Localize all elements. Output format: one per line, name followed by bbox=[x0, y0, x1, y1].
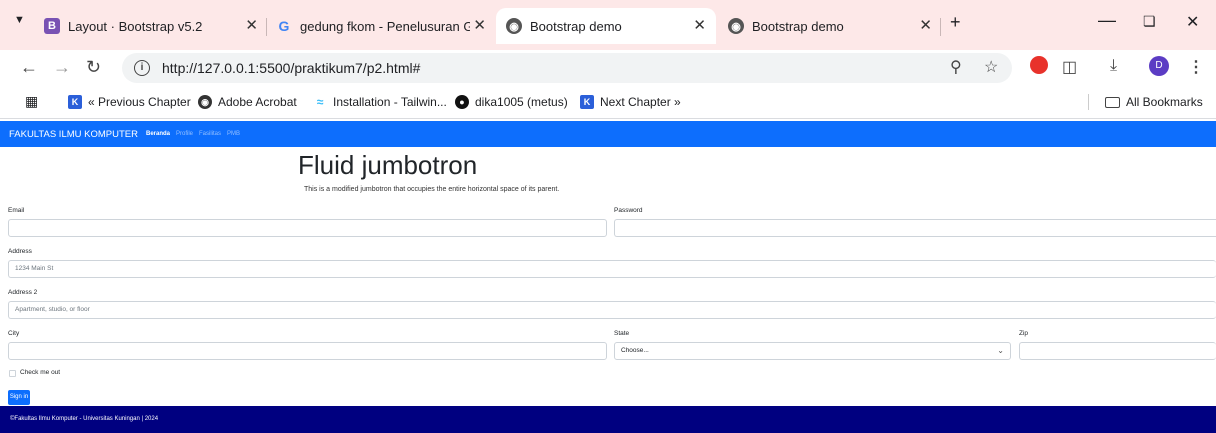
back-icon[interactable]: ← bbox=[20, 57, 38, 78]
close-tab-icon[interactable]: ✕ bbox=[919, 16, 932, 34]
password-label: Password bbox=[614, 207, 643, 214]
url-text: http://127.0.0.1:5500/praktikum7/p2.html… bbox=[162, 60, 421, 76]
bookmarks-bar: ▦ K « Previous Chapter ◉ Adobe Acrobat ≈… bbox=[0, 86, 1216, 119]
close-tab-icon[interactable]: ✕ bbox=[473, 16, 486, 34]
close-window-icon[interactable]: ✕ bbox=[1186, 12, 1199, 32]
bookmark-adobe-acrobat[interactable]: ◉ Adobe Acrobat bbox=[198, 95, 297, 109]
city-label: City bbox=[8, 330, 20, 337]
apps-grid-icon[interactable]: ▦ bbox=[25, 93, 38, 110]
chevron-down-icon: ⌄ bbox=[997, 346, 1004, 355]
bookmark-next-chapter[interactable]: K Next Chapter » bbox=[580, 95, 681, 109]
bookmark-label: Adobe Acrobat bbox=[218, 95, 297, 109]
bookmarks-separator bbox=[1088, 94, 1089, 110]
tab-title: Layout · Bootstrap v5.2 bbox=[68, 18, 203, 34]
forward-icon[interactable]: → bbox=[53, 57, 71, 78]
navbar-brand[interactable]: FAKULTAS ILMU KOMPUTER bbox=[9, 129, 138, 140]
bookmark-label: Next Chapter » bbox=[600, 95, 681, 109]
city-field[interactable] bbox=[8, 342, 607, 360]
github-icon: ● bbox=[455, 95, 469, 109]
sign-in-button[interactable]: Sign in bbox=[8, 390, 30, 405]
nav-link-beranda[interactable]: Beranda bbox=[146, 131, 170, 137]
address-bar[interactable]: i http://127.0.0.1:5500/praktikum7/p2.ht… bbox=[122, 53, 1012, 83]
nav-link-profile[interactable]: Profile bbox=[176, 131, 193, 137]
close-tab-icon[interactable]: ✕ bbox=[245, 16, 258, 34]
address2-label: Address 2 bbox=[8, 289, 38, 296]
state-select[interactable]: Choose... ⌄ bbox=[614, 342, 1011, 360]
tab-search-icon[interactable]: ▼ bbox=[14, 14, 25, 26]
globe-icon: ◉ bbox=[506, 18, 522, 34]
bootstrap-icon: B bbox=[44, 18, 60, 34]
profile-avatar[interactable]: D bbox=[1149, 56, 1169, 76]
email-label: Email bbox=[8, 207, 25, 214]
password-field[interactable] bbox=[614, 219, 1216, 237]
bookmark-label: Installation - Tailwin... bbox=[333, 95, 447, 109]
state-selected-value: Choose... bbox=[621, 347, 649, 354]
site-navbar: FAKULTAS ILMU KOMPUTER Beranda Profile F… bbox=[0, 121, 1216, 147]
address-field[interactable]: 1234 Main St bbox=[8, 260, 1216, 278]
folder-icon bbox=[1105, 96, 1120, 108]
bookmark-github-dika1005[interactable]: ● dika1005 (metus) bbox=[455, 95, 568, 109]
nav-link-pmb[interactable]: PMB bbox=[227, 131, 240, 137]
tab-title: Bootstrap demo bbox=[752, 18, 844, 34]
tailwind-icon: ≈ bbox=[316, 95, 324, 109]
restore-icon[interactable]: ❏ bbox=[1143, 13, 1156, 30]
email-field[interactable] bbox=[8, 219, 607, 237]
zip-label: Zip bbox=[1019, 330, 1029, 337]
bookmark-star-icon[interactable]: ☆ bbox=[984, 57, 998, 77]
google-icon: G bbox=[278, 18, 290, 34]
new-tab-icon[interactable]: + bbox=[950, 12, 961, 33]
browser-toolbar: ← → ↻ i http://127.0.0.1:5500/praktikum7… bbox=[0, 50, 1216, 86]
site-info-icon[interactable]: i bbox=[134, 60, 150, 76]
all-bookmarks[interactable]: All Bookmarks bbox=[1105, 95, 1203, 109]
bookmark-tailwind-installation[interactable]: ≈ Installation - Tailwin... bbox=[313, 95, 447, 109]
tab-bootstrap-demo[interactable]: ◉ Bootstrap demo ✕ bbox=[724, 8, 942, 44]
tab-google-search[interactable]: G gedung fkom - Penelusuran Go ✕ bbox=[276, 8, 496, 44]
reload-icon[interactable]: ↻ bbox=[86, 57, 101, 78]
jumbotron-lead: This is a modified jumbotron that occupi… bbox=[304, 186, 560, 193]
extensions-puzzle-icon[interactable]: ◫ bbox=[1062, 57, 1077, 77]
all-bookmarks-label: All Bookmarks bbox=[1126, 95, 1203, 109]
zoom-icon[interactable]: ⚲ bbox=[950, 57, 962, 77]
menu-kebab-icon[interactable]: ⋮ bbox=[1188, 57, 1204, 77]
close-tab-icon[interactable]: ✕ bbox=[693, 16, 706, 34]
download-icon[interactable]: ⤓ bbox=[1110, 57, 1117, 75]
tab-separator bbox=[266, 18, 267, 36]
tab-separator bbox=[940, 18, 941, 36]
extension-opera-icon[interactable] bbox=[1030, 56, 1048, 74]
kc-icon: K bbox=[580, 95, 594, 109]
globe-icon: ◉ bbox=[728, 18, 744, 34]
tab-bootstrap-demo-active[interactable]: ◉ Bootstrap demo ✕ bbox=[496, 8, 716, 44]
zip-field[interactable] bbox=[1019, 342, 1216, 360]
address2-field[interactable]: Apartment, studio, or floor bbox=[8, 301, 1216, 319]
bookmark-label: « Previous Chapter bbox=[88, 95, 191, 109]
minimize-icon[interactable]: — bbox=[1098, 10, 1116, 31]
tab-layout-bootstrap[interactable]: B Layout · Bootstrap v5.2 ✕ bbox=[44, 8, 268, 44]
check-me-out-checkbox[interactable] bbox=[9, 370, 16, 377]
nav-link-fasilitas[interactable]: Fasilitas bbox=[199, 131, 221, 137]
tab-title: gedung fkom - Penelusuran Go bbox=[300, 18, 470, 34]
kc-icon: K bbox=[68, 95, 82, 109]
check-me-out-label: Check me out bbox=[20, 369, 61, 376]
address-label: Address bbox=[8, 248, 32, 255]
state-label: State bbox=[614, 330, 630, 337]
browser-tab-strip: ▼ B Layout · Bootstrap v5.2 ✕ G gedung f… bbox=[0, 0, 1216, 50]
globe-icon: ◉ bbox=[198, 95, 212, 109]
bookmark-previous-chapter[interactable]: K « Previous Chapter bbox=[68, 95, 191, 109]
jumbotron-title: Fluid jumbotron bbox=[298, 150, 478, 180]
tab-title: Bootstrap demo bbox=[530, 18, 622, 34]
site-footer: ©Fakultas Ilmu Komputer - Universitas Ku… bbox=[0, 406, 1216, 433]
bookmark-label: dika1005 (metus) bbox=[475, 95, 568, 109]
